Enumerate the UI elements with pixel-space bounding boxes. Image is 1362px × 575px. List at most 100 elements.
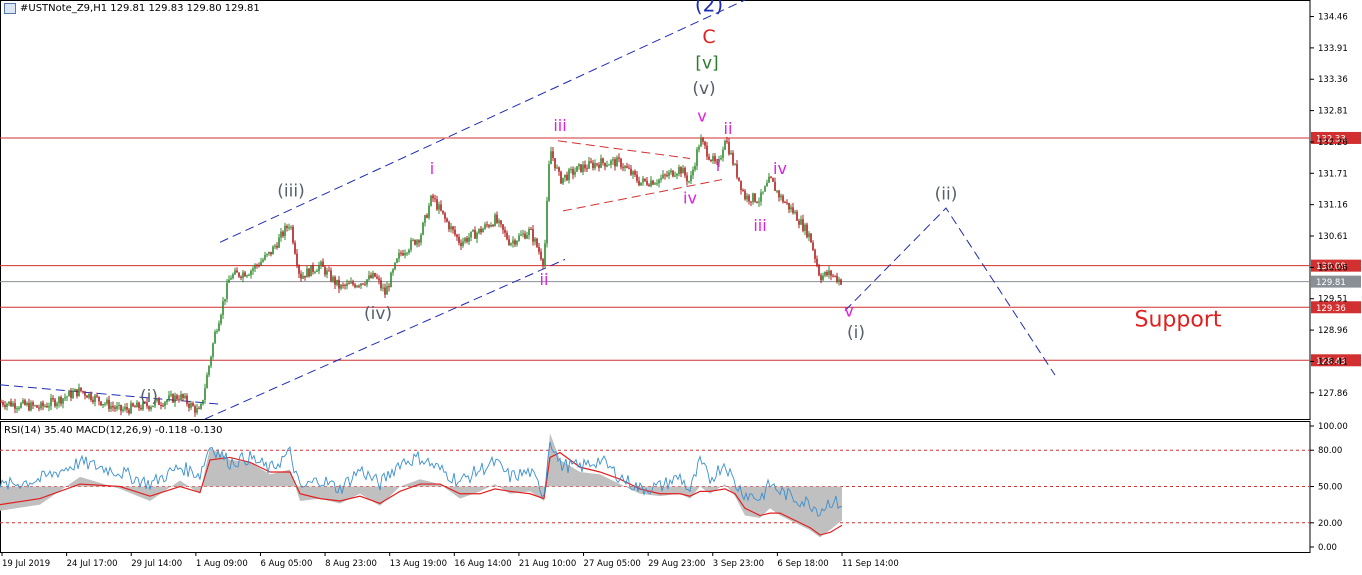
candle-body [580,164,582,172]
candle-body [468,237,470,242]
candle-body [840,279,842,285]
candle-body [690,175,692,182]
candle-body [44,405,46,407]
price-chart: 100.0080.0050.0020.000.00 132.33130.0912… [0,0,1361,569]
candle-body [258,265,260,267]
candle-body [420,234,422,243]
candle-body [448,221,450,230]
time-tick-label: 16 Aug 14:00 [454,559,511,569]
candle-body [624,166,626,168]
candle-body [804,224,806,231]
candle-body [656,183,658,185]
candle-body [516,240,518,245]
candle-body [430,195,432,206]
candle-body [572,169,574,175]
candle-body [216,331,218,333]
candle-body [490,225,492,227]
candle-body [542,259,544,265]
candle-body [588,161,590,169]
candle-body [246,275,248,277]
candle-body [450,226,452,230]
candle-body [52,398,54,400]
candle-body [112,405,114,408]
candle-body [556,167,558,169]
candle-body [452,226,454,230]
candle-body [500,220,502,225]
candle-body [702,138,704,142]
candle-body [788,202,790,210]
candle-body [256,264,258,266]
candle-body [538,246,540,252]
candle-body [50,398,52,407]
candle-body [260,261,262,266]
candle-body [306,268,308,278]
candle-body [98,396,100,402]
price-tick-label: 128.96 [1318,326,1348,336]
candle-body [198,408,200,410]
candle-body [696,149,698,167]
candle-body [592,162,594,169]
candle-body [120,404,122,411]
candle-body [634,171,636,175]
candle-body [312,265,314,272]
candle-body [738,177,740,181]
candle-body [488,225,490,227]
candle-body [58,397,60,404]
candle-body [616,157,618,167]
candle-body [446,218,448,222]
candle-body [330,270,332,281]
price-tick-label: 133.36 [1318,75,1348,85]
candle-body [250,270,252,276]
candle-body [264,255,266,260]
candle-body [172,394,174,403]
candle-body [618,157,620,159]
candle-body [136,402,138,408]
candle-body [396,258,398,263]
candle-body [108,399,110,409]
indicator-tick-label: 80.00 [1318,446,1342,456]
candle-body [76,389,78,397]
candle-body [724,140,726,150]
price-tick-label: 128.41 [1318,357,1348,367]
candle-body [494,214,496,226]
candle-body [380,280,382,289]
candle-body [376,276,378,279]
time-tick-label: 6 Aug 05:00 [260,559,312,569]
candle-body [54,399,56,407]
candle-body [348,283,350,285]
candle-body [412,239,414,241]
candle-body [578,164,580,167]
candle-body [830,270,832,276]
indicator-tick-label: 20.00 [1318,519,1342,529]
candle-body [678,167,680,174]
candle-body [730,152,732,155]
candle-body [254,264,256,269]
candle-body [770,176,772,178]
candle-body [214,331,216,344]
candle-body [286,225,288,228]
candle-body [84,392,86,396]
wave-label: i [430,159,434,178]
candle-body [506,232,508,240]
candle-body [292,226,294,243]
candle-body [102,403,104,406]
price-tick-label: 127.86 [1318,389,1348,399]
candle-body [482,228,484,233]
candle-body [18,407,20,409]
candle-body [536,238,538,247]
candle-body [320,261,322,265]
candle-body [116,406,118,409]
candle-body [610,160,612,165]
candle-body [626,166,628,168]
candle-body [252,268,254,271]
candle-body [410,240,412,250]
candle-body [322,261,324,267]
candle-body [684,168,686,176]
candle-body [456,234,458,238]
wave-label: C [702,26,715,48]
candle-body [74,389,76,392]
candle-body [276,245,278,248]
candle-body [390,272,392,288]
candle-body [202,399,204,404]
candle-body [604,162,606,167]
